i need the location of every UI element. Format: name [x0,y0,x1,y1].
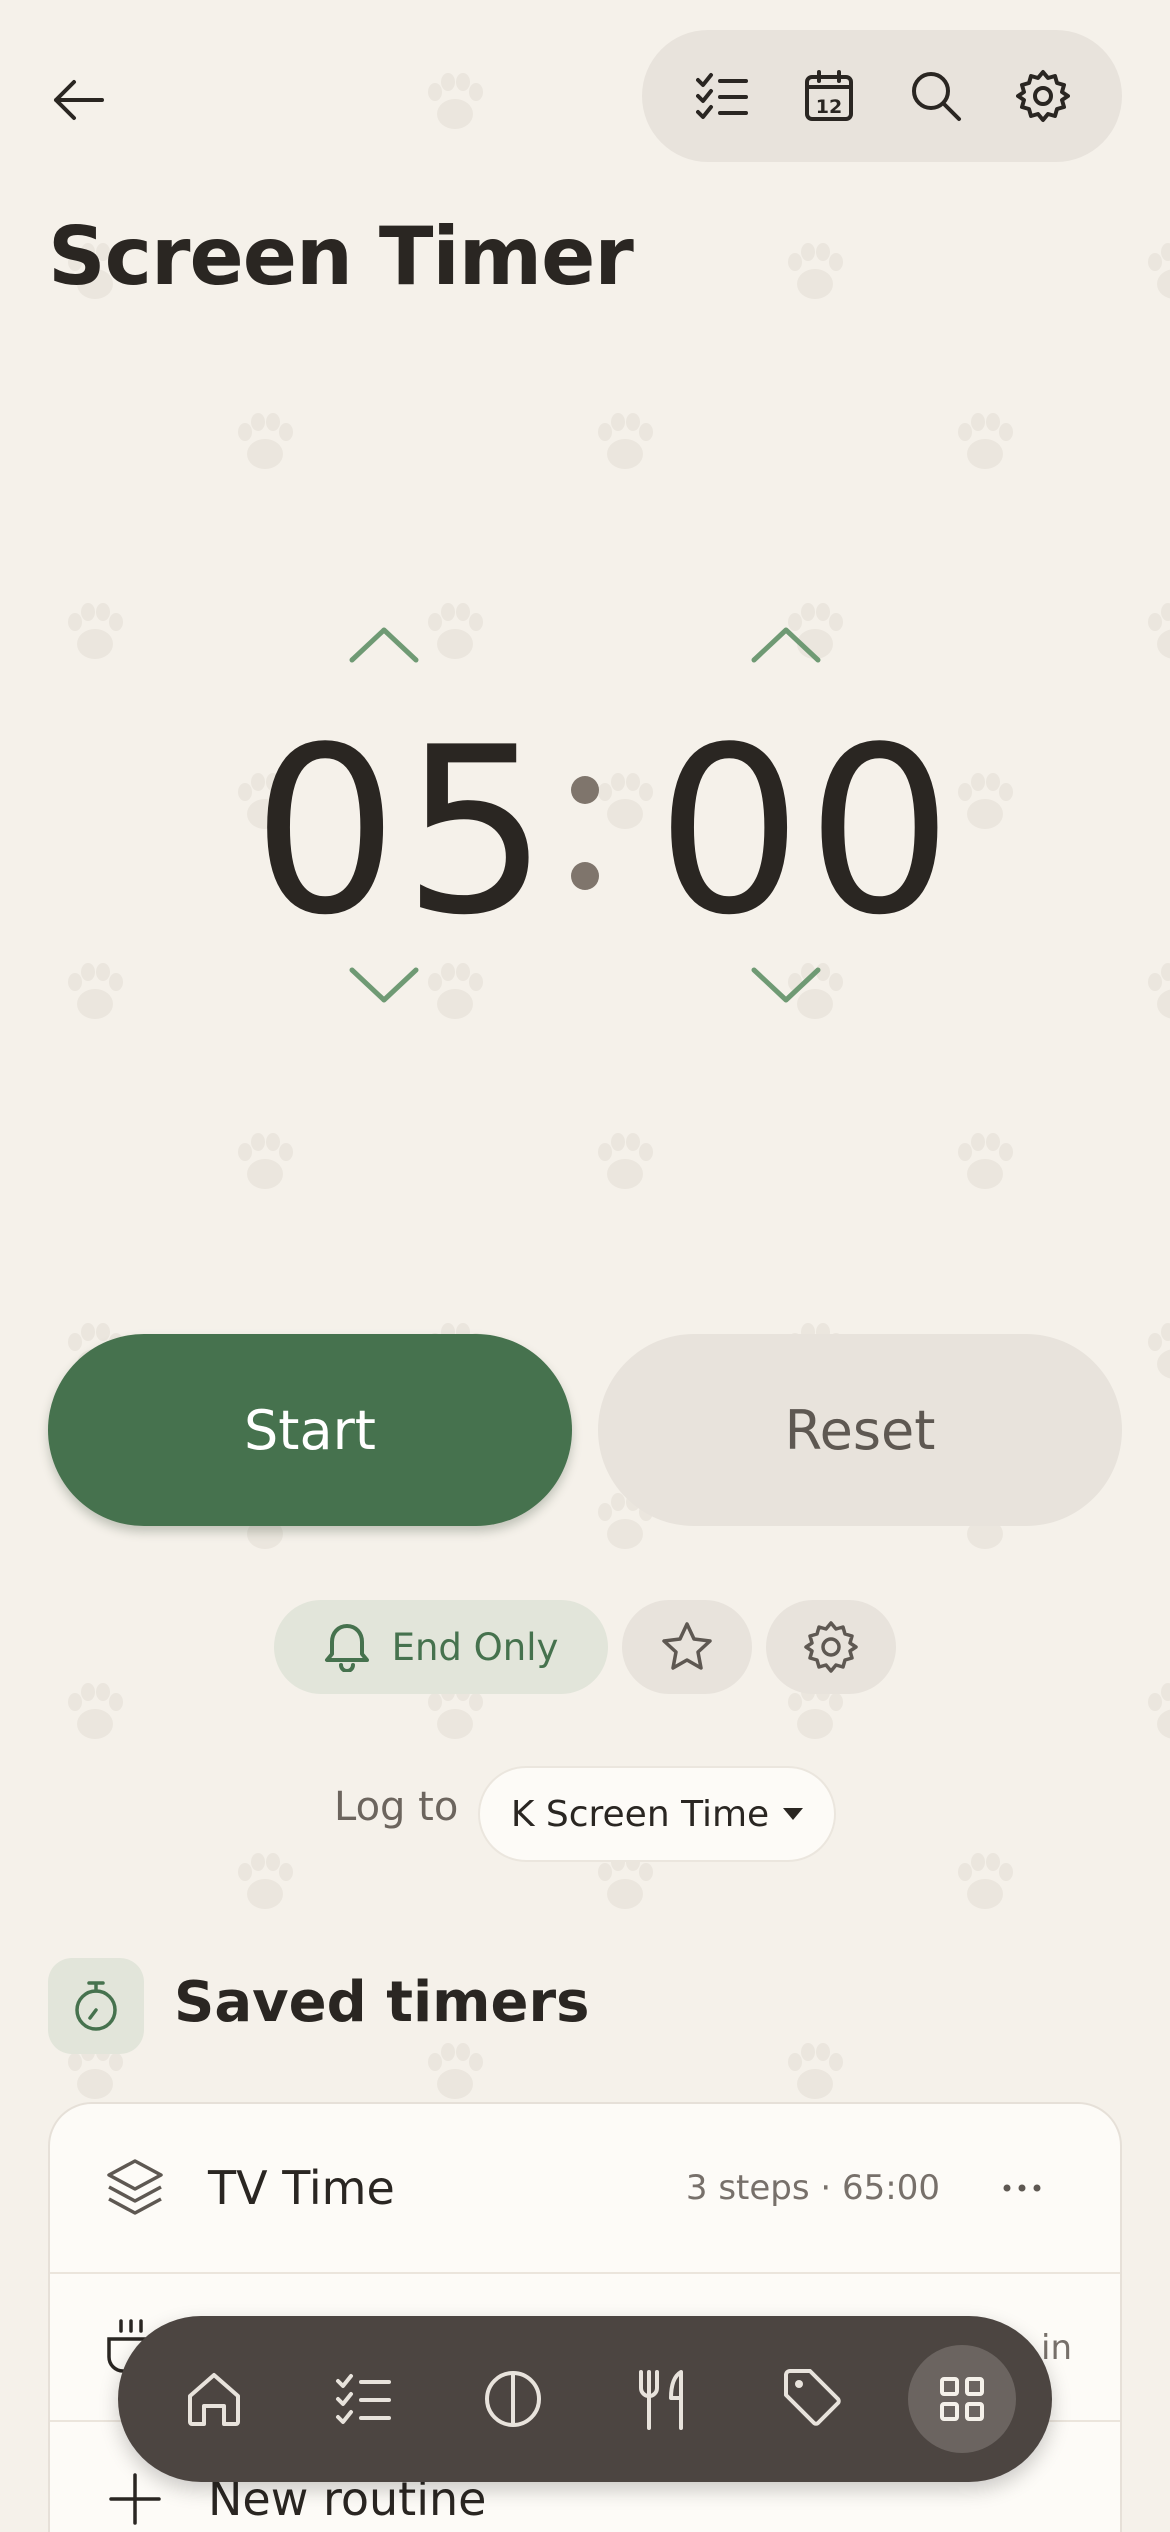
gear-icon [1015,70,1070,122]
chevron-down-icon [349,967,419,1003]
saved-timer-name: TV Time [208,2161,395,2215]
stopwatch-icon [75,1981,117,2031]
grid-icon [939,2377,984,2421]
log-to-label: Log to [334,1784,459,1830]
page-title: Screen Timer [48,210,634,303]
colon-top-dot [571,776,599,804]
chevron-down-icon [751,967,821,1003]
colon-bottom-dot [571,862,599,890]
top-toolbar: 12 [642,30,1122,162]
saved-timer-meta: in [1041,2328,1072,2368]
alert-mode-label: End Only [391,1625,559,1669]
log-target-value: K Screen Time [510,1793,770,1835]
nav-contrast[interactable] [459,2345,567,2453]
chevron-up-icon [751,627,821,663]
caret-down-icon [783,1808,804,1820]
nav-food[interactable] [609,2345,717,2453]
stopwatch-icon-badge [48,1958,144,2054]
back-button[interactable] [38,60,118,140]
nav-tags[interactable] [758,2345,866,2453]
bottom-navigation [118,2316,1052,2482]
star-icon [662,1622,712,1670]
more-horizontal-icon [1003,2184,1041,2192]
tag-icon [784,2369,842,2426]
start-button[interactable]: Start [48,1334,572,1526]
checklist-icon [335,2374,391,2424]
checklist-button[interactable] [672,46,772,146]
contrast-icon [485,2371,542,2427]
checklist-icon [695,73,748,119]
nav-home[interactable] [160,2345,268,2453]
minutes-increase-button[interactable] [324,604,444,684]
log-target-select[interactable]: K Screen Time [478,1766,836,1862]
saved-timers-heading: Saved timers [174,1970,590,2035]
alert-mode-chip[interactable]: End Only [274,1600,608,1694]
plus-icon [100,2464,170,2532]
seconds-display[interactable]: 00 [656,718,957,948]
nav-tasks[interactable] [310,2345,418,2453]
calendar-button[interactable]: 12 [779,46,879,146]
search-icon [911,72,961,121]
gear-icon [804,1621,858,1673]
arrow-left-icon [54,80,104,120]
seconds-increase-button[interactable] [726,604,846,684]
seconds-decrease-button[interactable] [726,946,846,1026]
bell-icon [324,1624,369,1672]
chevron-up-icon [349,627,419,663]
minutes-display[interactable]: 05 [252,718,553,948]
saved-timer-meta: 3 steps · 65:00 [685,2168,940,2208]
more-options-button[interactable] [992,2158,1052,2218]
nav-more[interactable] [907,2345,1016,2453]
calendar-icon: 12 [804,70,853,121]
timer-settings-button[interactable] [766,1600,896,1694]
minutes-decrease-button[interactable] [324,946,444,1026]
search-button[interactable] [886,46,986,146]
reset-button[interactable]: Reset [598,1334,1122,1526]
list-item[interactable]: TV Time 3 steps · 65:00 [50,2104,1120,2274]
home-icon [188,2373,240,2426]
layers-icon [100,2153,170,2223]
favorite-button[interactable] [622,1600,752,1694]
settings-button[interactable] [993,46,1093,146]
fork-knife-icon [638,2370,683,2430]
calendar-day: 12 [815,96,841,118]
